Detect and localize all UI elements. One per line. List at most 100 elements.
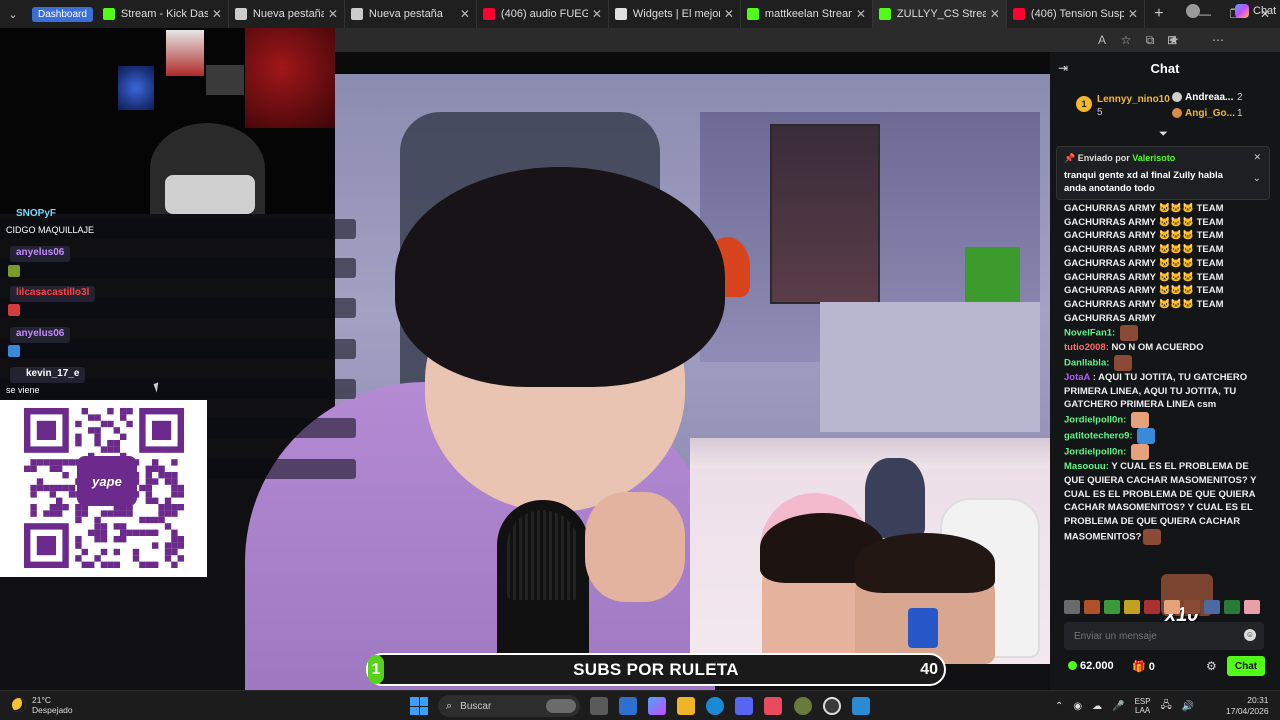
channel-points[interactable]: 62.000: [1068, 660, 1114, 672]
close-tab-icon[interactable]: ✕: [990, 7, 1000, 21]
more-options-icon[interactable]: ⋯: [1211, 33, 1225, 47]
tray-app-icon[interactable]: ◉: [1073, 701, 1082, 712]
chat-username[interactable]: NovelFan1:: [1064, 328, 1115, 339]
read-aloud-icon[interactable]: A: [1095, 33, 1109, 47]
chat-username[interactable]: gatitotechero9:: [1064, 431, 1133, 442]
recent-emote[interactable]: [1124, 600, 1140, 614]
profile-avatar[interactable]: [1186, 4, 1200, 18]
chat-settings-gear-icon[interactable]: ⚙: [1206, 659, 1217, 673]
chat-username[interactable]: Jordielpoll0n:: [1064, 447, 1126, 458]
unpin-icon[interactable]: ✕: [1253, 152, 1261, 163]
background-plush-green: [965, 247, 1020, 302]
microsoft-store-icon[interactable]: [619, 697, 637, 715]
app-icon[interactable]: [852, 697, 870, 715]
qr-module: [94, 516, 101, 524]
streamer-hair: [395, 167, 725, 387]
extensions-icon[interactable]: ⧉: [1143, 33, 1157, 47]
taskbar-search[interactable]: ⌕ Buscar: [438, 695, 580, 717]
discord-icon[interactable]: [735, 697, 753, 715]
file-explorer-icon[interactable]: [677, 697, 695, 715]
qr-module: [177, 542, 184, 549]
browser-tab[interactable]: Widgets | El mejor software ✕: [609, 0, 741, 28]
browser-tab[interactable]: (406) Tension Suspense Ca ✕: [1007, 0, 1145, 28]
qr-module: [152, 542, 159, 549]
gifter-name[interactable]: Andreaa...: [1185, 92, 1233, 103]
qr-module: [139, 561, 146, 568]
new-tab-button[interactable]: +: [1145, 5, 1173, 23]
chat-filter-icon[interactable]: ⏷: [1159, 128, 1168, 141]
show-hidden-icons-icon[interactable]: ⌃: [1055, 701, 1063, 712]
qr-module: [152, 420, 172, 440]
browser-tab[interactable]: Nueva pestaña ✕: [345, 0, 477, 28]
tab-group-dashboard[interactable]: Dashboard: [32, 6, 93, 22]
qr-module: [171, 548, 178, 556]
close-tab-icon[interactable]: ✕: [724, 7, 734, 21]
qr-module: [158, 510, 165, 517]
close-tab-icon[interactable]: ✕: [212, 7, 222, 21]
browser-tab[interactable]: (406) audio FUEGO, FUEGO ✕: [477, 0, 609, 28]
chat-username[interactable]: Jordielpoll0n:: [1064, 415, 1126, 426]
qr-module: [164, 472, 172, 479]
emoji-picker-icon[interactable]: ☺: [1244, 629, 1256, 641]
widgets-icon: [614, 8, 627, 20]
gifter-name[interactable]: Lennyy_nino10: [1097, 94, 1170, 105]
qr-module: [164, 523, 172, 530]
copilot-taskbar-icon[interactable]: [648, 697, 666, 715]
recent-emote[interactable]: [1224, 600, 1240, 614]
close-tab-icon[interactable]: ✕: [460, 7, 470, 21]
collections-icon[interactable]: ⊞: [1165, 33, 1179, 47]
edge-browser-icon[interactable]: [706, 697, 724, 715]
points-icon: [1068, 661, 1077, 670]
taskbar-clock[interactable]: 20:31 17/04/2026: [1226, 695, 1269, 717]
close-tab-icon[interactable]: ✕: [592, 7, 602, 21]
recent-emote[interactable]: [1084, 600, 1100, 614]
browser-tab[interactable]: ZULLYY_CS Stream - W ✕: [872, 0, 1007, 28]
chat-username[interactable]: Danllabla:: [1064, 358, 1109, 369]
send-chat-button[interactable]: Chat: [1227, 656, 1265, 676]
chat-username[interactable]: tutio2008:: [1064, 342, 1109, 353]
chat-username[interactable]: JotaA: [1064, 372, 1090, 383]
volume-icon[interactable]: 🔊: [1182, 701, 1194, 712]
qr-module: [75, 542, 82, 549]
recent-emote[interactable]: [1064, 600, 1080, 614]
favorite-star-icon[interactable]: ☆: [1119, 33, 1133, 47]
close-tab-icon[interactable]: ✕: [856, 7, 866, 21]
copilot-chat-button[interactable]: Chat: [1235, 4, 1276, 18]
chat-username[interactable]: Masoouu:: [1064, 461, 1109, 472]
recent-emote[interactable]: [1204, 600, 1220, 614]
qr-module: [36, 536, 56, 556]
recent-emote[interactable]: [1244, 600, 1260, 614]
obs-icon[interactable]: [823, 697, 841, 715]
browser-tab[interactable]: mattkeelan Stream - Watch ✕: [741, 0, 873, 28]
expand-chevron-icon[interactable]: ⌄: [1253, 173, 1261, 184]
chat-message: GACHURRAS ARMY 🐱🐱🐱 TEAM: [1064, 284, 1270, 298]
tab-title: Widgets | El mejor software: [632, 8, 720, 20]
qr-module: [43, 484, 50, 492]
onedrive-icon[interactable]: ☁: [1092, 701, 1102, 712]
microphone-icon[interactable]: 🎤: [1112, 701, 1124, 712]
chat-message-input[interactable]: [1074, 628, 1234, 644]
recent-emote[interactable]: [1184, 600, 1200, 614]
browser-tab[interactable]: Nueva pestaña ✕: [229, 0, 345, 28]
app-icon[interactable]: [794, 697, 812, 715]
task-view-icon[interactable]: [590, 697, 608, 715]
language-indicator[interactable]: ESP LAA: [1135, 697, 1151, 715]
recent-emote[interactable]: [1144, 600, 1160, 614]
chat-input-box[interactable]: ☺: [1064, 622, 1264, 650]
gifts-count[interactable]: 🎁 0: [1132, 660, 1155, 673]
tab-actions-menu[interactable]: ⌄: [0, 0, 26, 28]
gifter-name[interactable]: Angi_Go...: [1185, 108, 1235, 119]
close-tab-icon[interactable]: ✕: [328, 7, 338, 21]
network-icon[interactable]: 🖧: [1161, 698, 1172, 715]
browser-tab[interactable]: Stream - Kick Dashboard ✕: [97, 0, 229, 28]
pinned-message[interactable]: 📌 Enviado por Valerisoto tranqui gente x…: [1056, 146, 1270, 200]
recent-emote[interactable]: [1104, 600, 1120, 614]
facecam-poster: [166, 30, 204, 76]
streamlabs-icon[interactable]: [764, 697, 782, 715]
chat-message: Danllabla:: [1064, 355, 1270, 372]
close-tab-icon[interactable]: ✕: [1128, 7, 1138, 21]
recent-emote[interactable]: [1164, 600, 1180, 614]
windows-start-icon[interactable]: [410, 697, 428, 715]
qr-module: [126, 510, 133, 517]
weather-widget[interactable]: 21°C Despejado: [12, 695, 73, 715]
